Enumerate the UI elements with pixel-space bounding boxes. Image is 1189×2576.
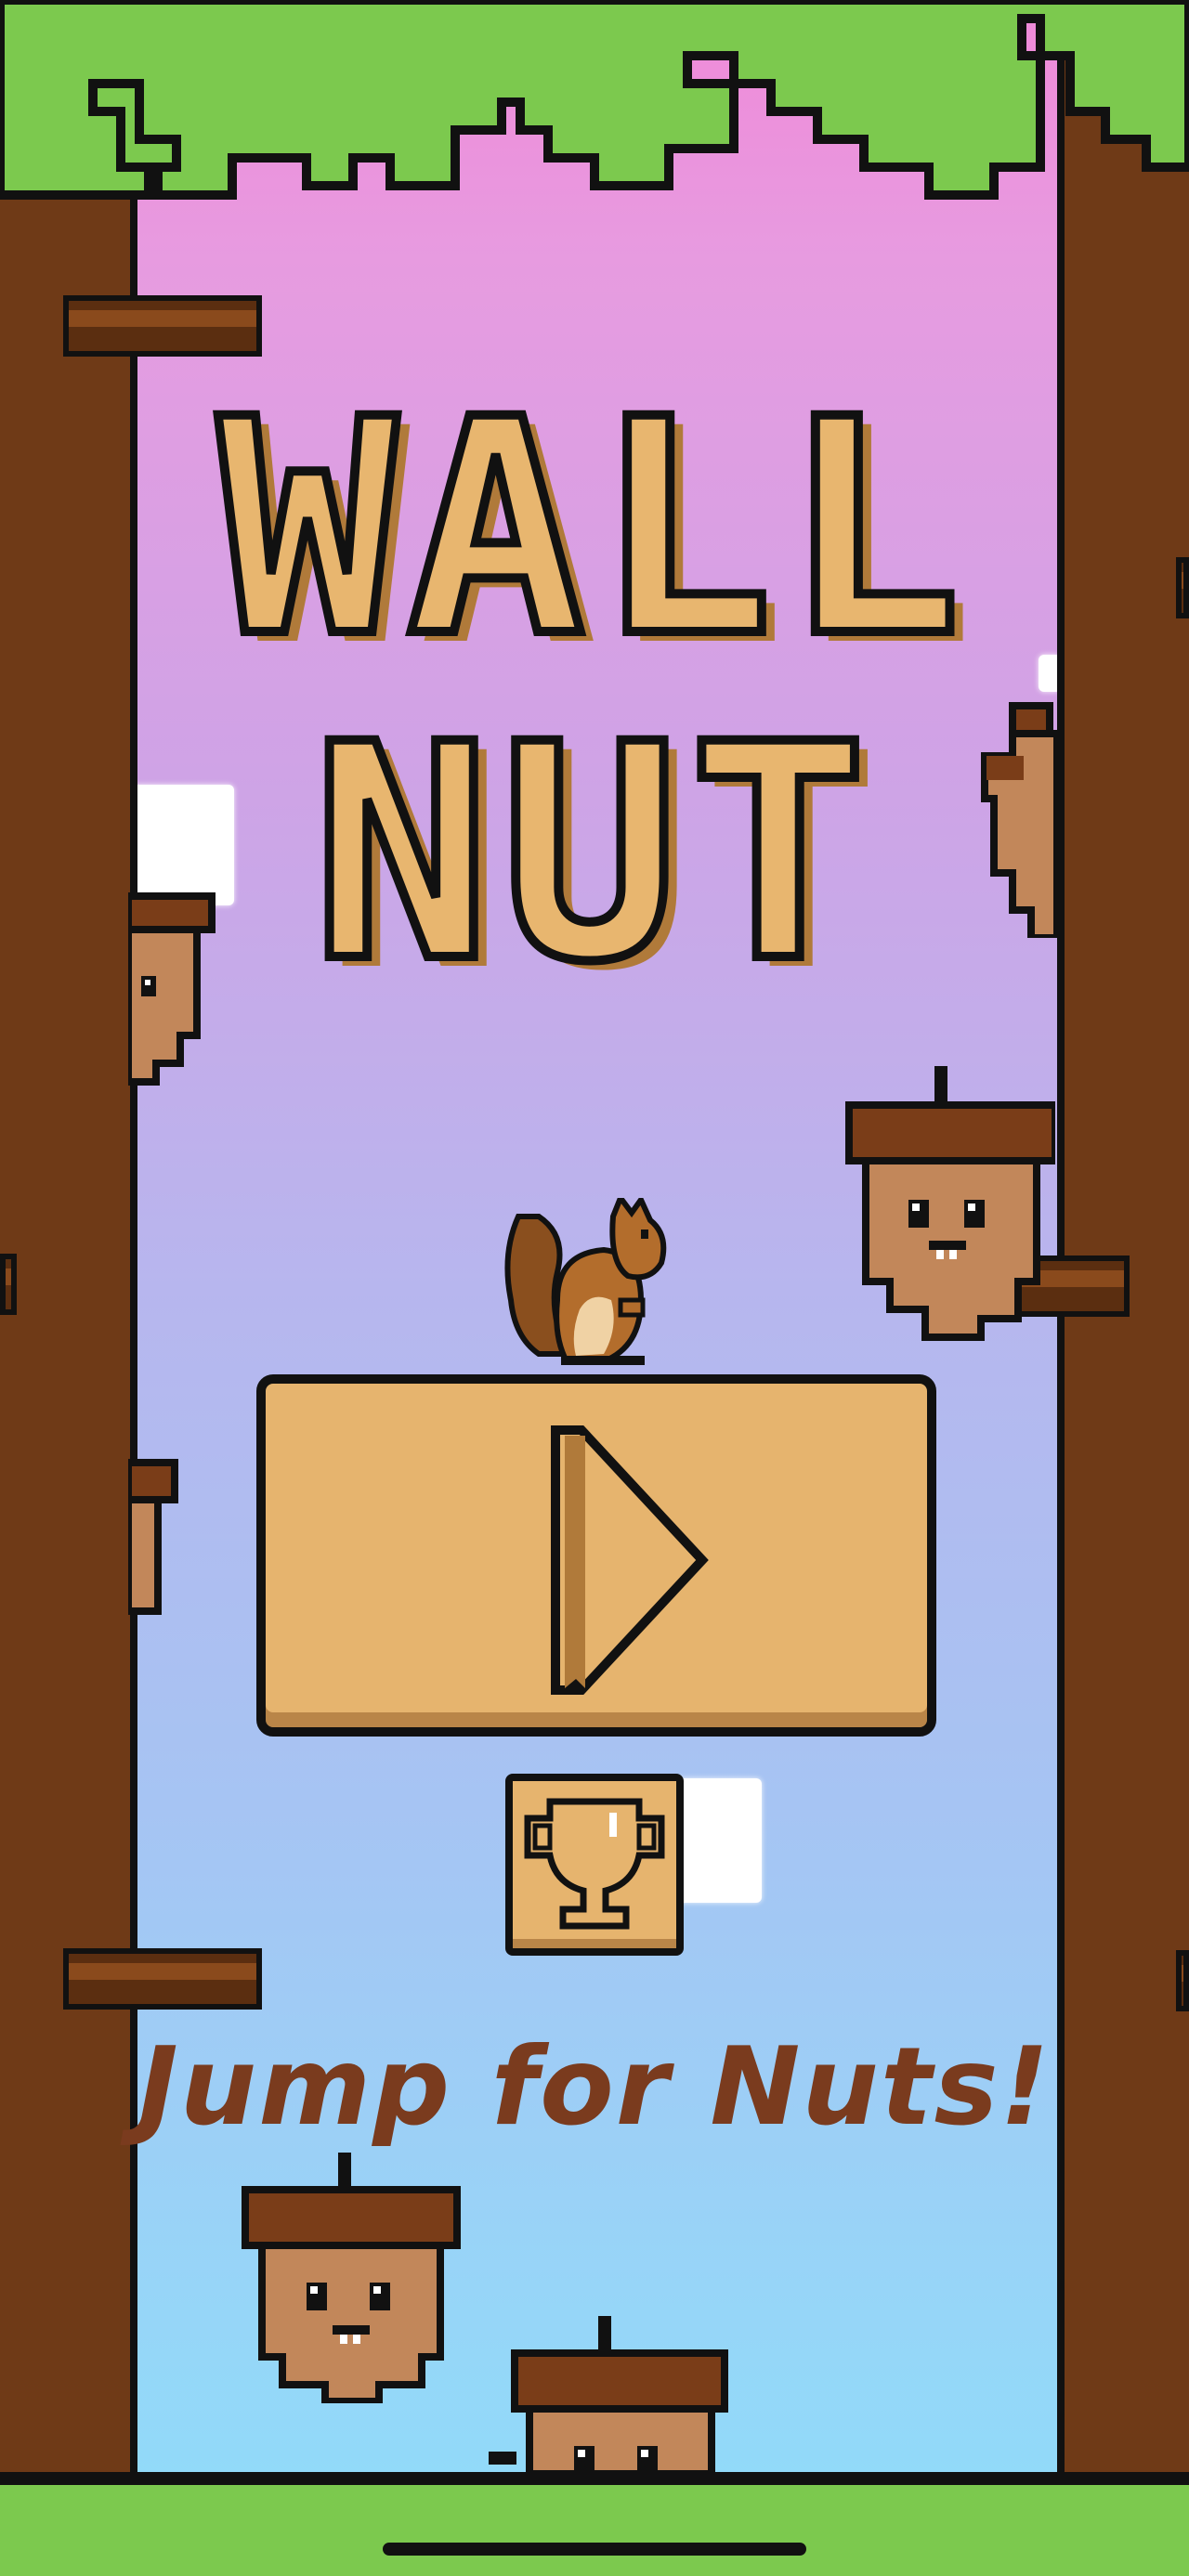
game-scene: WALL NUT Jump for Nuts!: [0, 0, 1189, 2576]
play-icon: [551, 1425, 709, 1695]
branch: [63, 1948, 262, 2010]
acorn-character: [128, 892, 216, 1086]
home-indicator[interactable]: [383, 2543, 806, 2556]
branch: [63, 295, 262, 357]
trophy-icon: [524, 1798, 665, 1930]
acorn-character: [242, 2153, 461, 2403]
acorn-character: [981, 702, 1059, 938]
branch: [1176, 1950, 1189, 2011]
acorn-character: [128, 1459, 178, 1615]
acorn-character: [489, 2316, 728, 2474]
tree-canopy: [0, 0, 1189, 200]
leaderboard-button[interactable]: [505, 1774, 684, 1956]
branch: [0, 1254, 17, 1315]
ground-grass: [0, 2472, 1189, 2576]
play-button[interactable]: [256, 1374, 936, 1737]
acorn-character: [845, 1066, 1055, 1341]
squirrel-character: [504, 1198, 667, 1365]
game-title-line1: WALL: [214, 357, 972, 702]
game-tagline: Jump for Nuts!: [137, 2024, 1052, 2150]
